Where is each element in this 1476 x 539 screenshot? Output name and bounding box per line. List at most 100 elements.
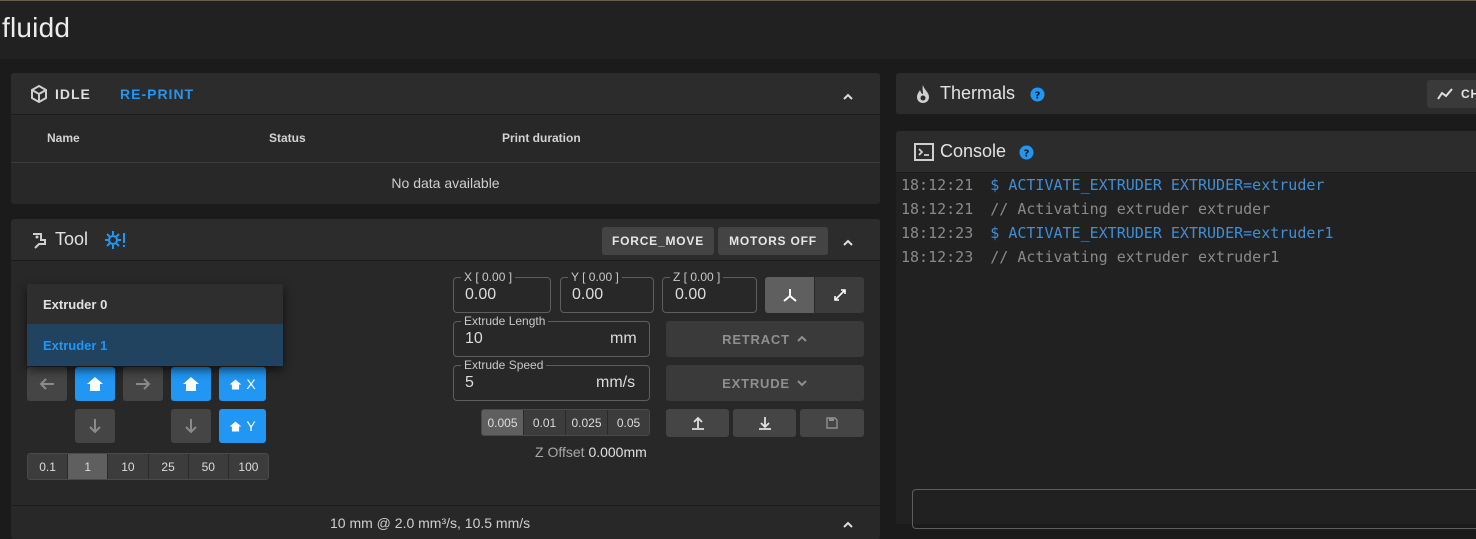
print-state-label: IDLE	[55, 86, 91, 102]
extruder-option-label: Extruder 0	[43, 296, 108, 312]
extrude-summary-text: 10 mm @ 2.0 mm³/s, 10.5 mm/s	[330, 515, 531, 531]
diagonal-arrows-icon	[833, 289, 846, 301]
move-mode-toggle[interactable]	[765, 277, 864, 313]
chevron-down-icon	[797, 380, 807, 387]
console-line: 18:12:23 // Activating extruder extruder…	[901, 248, 1279, 266]
arrow-down-icon	[89, 419, 101, 434]
extrude-speed-label: Extrude Speed	[461, 358, 547, 372]
home-y-label: Y	[246, 418, 256, 434]
jog-x-plus-button[interactable]	[123, 367, 163, 401]
xy-step-option[interactable]: 0.1	[28, 454, 69, 479]
z-offset-label: Z Offset	[535, 444, 585, 460]
z-offset-lower-button[interactable]	[733, 409, 796, 437]
jog-y-minus-button[interactable]	[75, 409, 115, 443]
fire-icon	[914, 84, 932, 108]
svg-text:?: ?	[1024, 149, 1030, 160]
tool-card-title: Tool	[55, 229, 89, 249]
bed-mesh-warning-icon[interactable]	[104, 230, 126, 254]
console-line: 18:12:21 $ ACTIVATE_EXTRUDER EXTRUDER=ex…	[901, 176, 1324, 194]
app-bar	[0, 1, 1476, 59]
home-all-button[interactable]	[171, 367, 211, 401]
home-icon	[87, 377, 103, 391]
motors-off-button[interactable]: MOTORS OFF	[718, 227, 828, 255]
z-step-option[interactable]: 0.025	[566, 410, 608, 435]
extruder-option-1-selected[interactable]: Extruder 1	[27, 324, 283, 366]
jog-z-minus-button[interactable]	[171, 409, 211, 443]
console-input[interactable]	[912, 489, 1476, 529]
console-response: // Activating extruder extruder1	[990, 248, 1280, 266]
axis-icon	[782, 289, 797, 302]
reprint-button[interactable]: RE-PRINT	[120, 86, 194, 102]
tool-card-footer-divider	[11, 505, 880, 506]
extrude-length-value[interactable]: 10	[465, 330, 483, 348]
z-offset-save-button[interactable]	[800, 409, 864, 437]
xy-step-option[interactable]: 25	[148, 454, 189, 479]
tool-collapse-chevron-icon[interactable]	[842, 234, 854, 253]
console-help-icon[interactable]: ?	[1019, 145, 1034, 164]
z-offset-readout: Z Offset 0.000mm	[535, 444, 647, 460]
extrude-button[interactable]: EXTRUDE	[666, 365, 864, 401]
table-divider	[11, 162, 880, 163]
console-command[interactable]: $ ACTIVATE_EXTRUDER EXTRUDER=extruder	[990, 176, 1324, 194]
console-line: 18:12:23 $ ACTIVATE_EXTRUDER EXTRUDER=ex…	[901, 224, 1333, 242]
y-position-label: Y [ 0.00 ]	[568, 270, 622, 284]
tool-hand-icon	[29, 230, 49, 254]
z-position-label: Z [ 0.00 ]	[670, 270, 724, 284]
xy-step-option[interactable]: 100	[228, 454, 268, 479]
x-position-value[interactable]: 0.00	[465, 286, 496, 304]
printer-icon	[29, 84, 49, 108]
extrude-speed-unit: mm/s	[596, 374, 636, 391]
retract-label: RETRACT	[722, 331, 790, 347]
footer-expand-chevron-icon[interactable]	[842, 516, 854, 535]
home-y-button[interactable]: Y	[219, 409, 266, 443]
z-step-option[interactable]: 0.05	[608, 410, 649, 435]
relative-mode-button[interactable]	[815, 277, 864, 313]
xy-step-option[interactable]: 50	[188, 454, 229, 479]
z-step-option-selected[interactable]: 0.005	[482, 410, 524, 435]
console-timestamp: 18:12:21	[901, 176, 974, 194]
z-offset-step-selector[interactable]: 0.005 0.01 0.025 0.05	[481, 409, 650, 436]
chart-line-icon	[1437, 88, 1453, 100]
console-command[interactable]: $ ACTIVATE_EXTRUDER EXTRUDER=extruder1	[990, 224, 1333, 242]
xy-step-selector[interactable]: 0.1 1 10 25 50 100	[27, 453, 269, 480]
xy-step-option[interactable]: 10	[108, 454, 149, 479]
svg-text:?: ?	[1035, 91, 1041, 102]
extruder-option-0[interactable]: Extruder 0	[27, 284, 283, 324]
console-timestamp: 18:12:21	[901, 200, 974, 218]
extrude-length-unit: mm	[610, 330, 637, 347]
console-response: // Activating extruder extruder	[990, 200, 1271, 218]
home-icon	[183, 377, 199, 391]
home-icon	[230, 378, 242, 390]
thermals-help-icon[interactable]: ?	[1030, 87, 1045, 106]
console-line: 18:12:21 // Activating extruder extruder	[901, 200, 1270, 218]
z-position-value[interactable]: 0.00	[675, 286, 706, 304]
arrow-right-icon	[136, 378, 151, 390]
z-offset-raise-button[interactable]	[666, 409, 729, 437]
extrude-speed-value[interactable]: 5	[465, 374, 474, 392]
x-position-label: X [ 0.00 ]	[461, 270, 516, 284]
y-position-value[interactable]: 0.00	[572, 286, 603, 304]
xy-step-option-selected[interactable]: 1	[68, 454, 109, 479]
thermals-title: Thermals	[940, 83, 1016, 103]
home-x-label: X	[246, 376, 256, 392]
force-move-button[interactable]: FORCE_MOVE	[602, 227, 714, 255]
column-header-print-duration[interactable]: Print duration	[502, 131, 581, 145]
home-xy-button[interactable]	[75, 367, 115, 401]
app-brand[interactable]: fluidd	[2, 12, 70, 44]
extrude-label: EXTRUDE	[722, 375, 790, 391]
table-empty-text: No data available	[391, 175, 500, 191]
home-x-button[interactable]: X	[219, 367, 266, 401]
z-step-option[interactable]: 0.01	[524, 410, 566, 435]
column-header-status[interactable]: Status	[269, 131, 306, 145]
status-collapse-chevron-icon[interactable]	[842, 88, 854, 107]
column-header-name[interactable]: Name	[47, 131, 80, 145]
z-offset-value: 0.000mm	[588, 444, 647, 460]
retract-button[interactable]: RETRACT	[666, 321, 864, 357]
jog-x-minus-button[interactable]	[27, 367, 67, 401]
save-icon	[826, 417, 838, 429]
absolute-mode-button[interactable]	[765, 277, 815, 313]
thermals-chart-label: CH	[1461, 87, 1476, 101]
console-title: Console	[940, 141, 1007, 161]
thermals-chart-button[interactable]: CH	[1427, 80, 1476, 108]
chevron-up-icon	[797, 335, 807, 342]
